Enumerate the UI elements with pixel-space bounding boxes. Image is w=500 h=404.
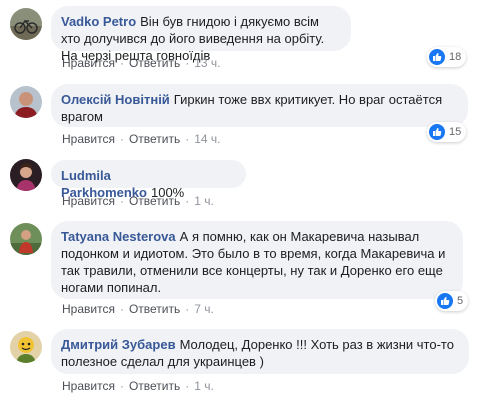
comment-timestamp[interactable]: 7 ч. (194, 302, 214, 316)
reactions-number: 15 (449, 126, 462, 138)
like-button[interactable]: Нравится (62, 379, 115, 393)
comment-timestamp[interactable]: 14 ч. (194, 132, 220, 146)
like-button[interactable]: Нравится (62, 302, 115, 316)
reactions-number: 5 (457, 295, 464, 307)
avatar[interactable] (10, 8, 42, 40)
reactions-count[interactable]: 5 (435, 291, 469, 311)
comment-bubble: Vadko Petro Він був гнидою і дякуємо всім… (51, 6, 351, 63)
like-reaction-icon (429, 124, 445, 140)
comment-bubble: Tatyana Nesterova А я помню, как он Макар… (51, 221, 463, 299)
comment-bubble: Олексій Новітній Гиркин тоже ввх критикуе… (51, 84, 468, 127)
reply-button[interactable]: Ответить (129, 194, 180, 208)
comment-author-link[interactable]: Дмитрий Зубарев (61, 337, 176, 352)
avatar[interactable] (10, 86, 42, 118)
like-button[interactable]: Нравится (62, 132, 115, 146)
reply-button[interactable]: Ответить (129, 56, 180, 70)
like-reaction-icon (437, 293, 453, 309)
comment-actions: Нравится · Ответить · 7 ч. (62, 302, 214, 316)
reply-button[interactable]: Ответить (129, 379, 180, 393)
like-button[interactable]: Нравится (62, 56, 115, 70)
avatar[interactable] (10, 159, 42, 191)
reactions-number: 18 (449, 51, 462, 63)
cartoon-photo-avatar (10, 331, 42, 363)
comment-actions: Нравится · Ответить · 14 ч. (62, 132, 221, 146)
bicycle-photo-avatar (10, 8, 42, 40)
outdoor-photo-avatar (10, 223, 42, 255)
man-photo-avatar (10, 86, 42, 118)
avatar[interactable] (10, 223, 42, 255)
like-button[interactable]: Нравится (62, 194, 115, 208)
reply-button[interactable]: Ответить (129, 132, 180, 146)
comment-timestamp[interactable]: 1 ч. (194, 194, 214, 208)
reactions-count[interactable]: 15 (427, 122, 467, 142)
comment-author-link[interactable]: Tatyana Nesterova (61, 229, 176, 244)
comment-actions: Нравится · Ответить · 1 ч. (62, 379, 214, 393)
comment-timestamp[interactable]: 1 ч. (194, 379, 214, 393)
comment-bubble: Дмитрий Зубарев Молодец, Доренко !!! Хоть… (51, 329, 469, 374)
like-reaction-icon (429, 49, 445, 65)
reply-button[interactable]: Ответить (129, 302, 180, 316)
comment-timestamp[interactable]: 13 ч. (194, 56, 220, 70)
comment-author-link[interactable]: Олексій Новітній (61, 92, 170, 107)
comment-bubble: Ludmila Parkhomenko 100% (51, 160, 246, 200)
woman-photo-avatar (10, 159, 42, 191)
avatar[interactable] (10, 331, 42, 363)
comment-actions: Нравится · Ответить · 1 ч. (62, 194, 214, 208)
comment-actions: Нравится · Ответить · 13 ч. (62, 56, 221, 70)
reactions-count[interactable]: 18 (427, 47, 467, 67)
comment-author-link[interactable]: Vadko Petro (61, 14, 136, 29)
